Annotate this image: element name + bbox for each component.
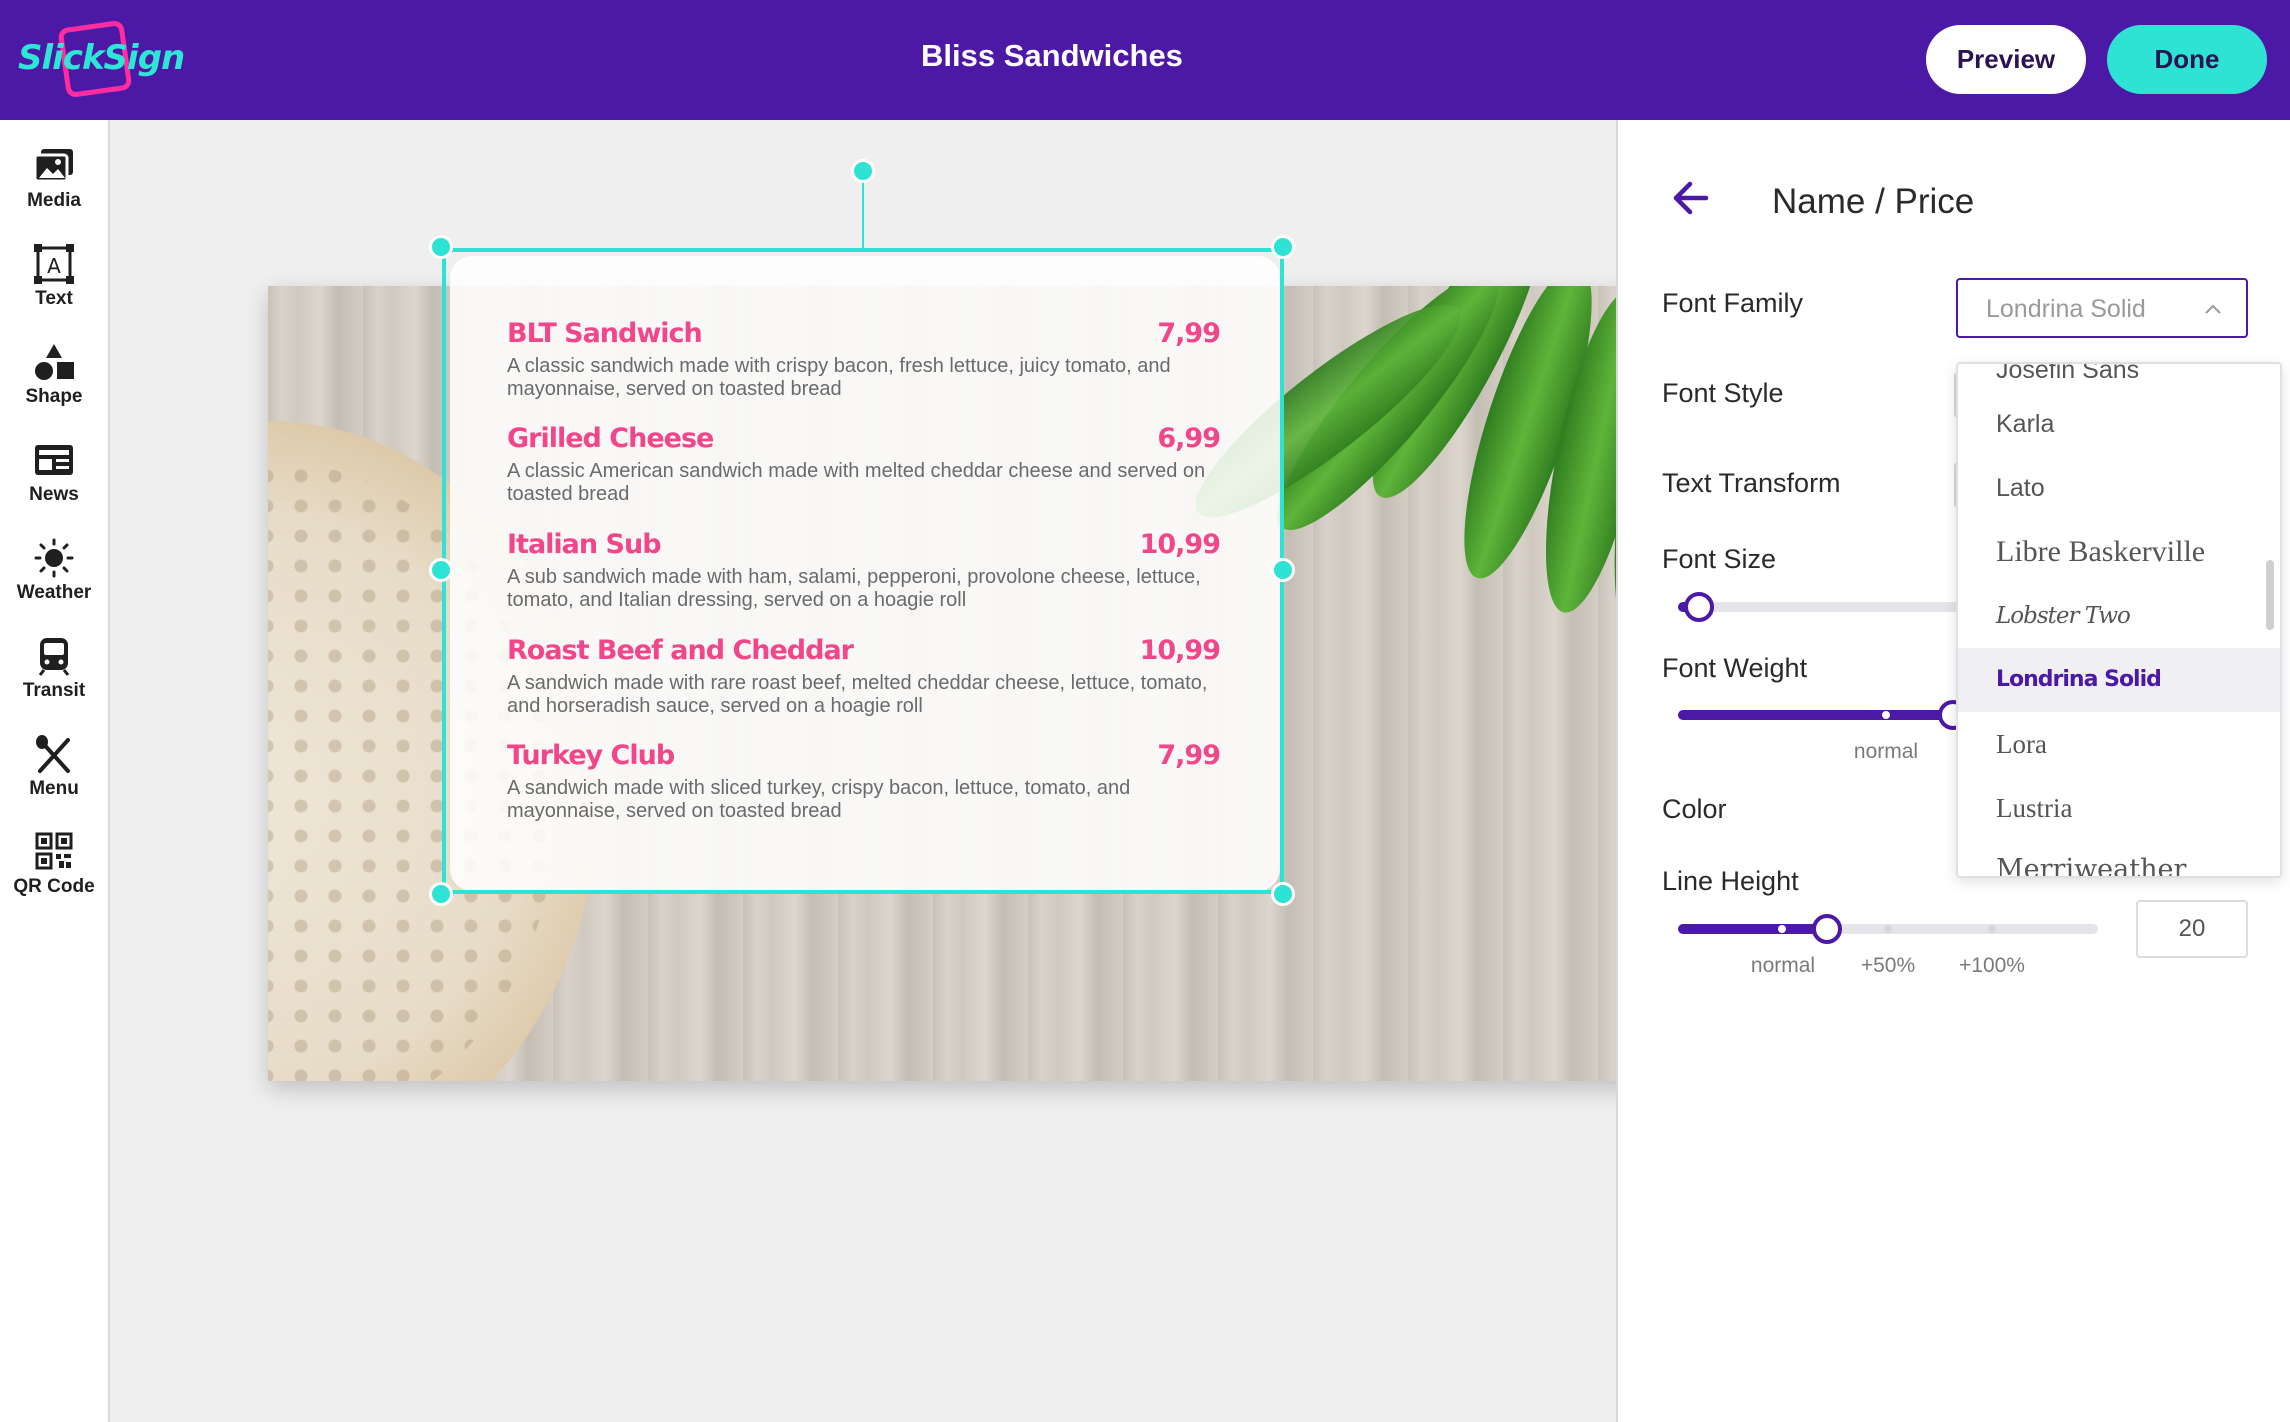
document-title: Bliss Sandwiches bbox=[921, 38, 1183, 73]
font-size-slider-knob[interactable] bbox=[1684, 592, 1714, 622]
back-arrow-icon[interactable] bbox=[1670, 178, 1712, 218]
font-family-select[interactable]: Londrina Solid bbox=[1956, 278, 2248, 338]
sidebar-item-text[interactable]: A Text bbox=[0, 236, 108, 326]
font-option-londrina-solid[interactable]: Londrina Solid bbox=[1958, 648, 2280, 712]
rotation-line bbox=[862, 174, 864, 250]
line-height-tick bbox=[1884, 925, 1892, 933]
font-option-merriweather[interactable]: Merriweather bbox=[1958, 838, 2280, 876]
font-option-karla[interactable]: Karla bbox=[1958, 392, 2280, 456]
line-height-slider-knob[interactable] bbox=[1812, 914, 1842, 944]
font-option-lustria[interactable]: Lustria bbox=[1958, 776, 2280, 840]
font-option-lobster-two[interactable]: Lobster Two bbox=[1958, 584, 2280, 648]
media-icon bbox=[33, 149, 73, 183]
menu-item-description: A classic sandwich made with crispy baco… bbox=[507, 355, 1171, 400]
line-height-tick bbox=[1778, 925, 1786, 933]
sidebar-item-label: Shape bbox=[25, 386, 83, 407]
panel-title: Name / Price bbox=[1772, 182, 1975, 221]
done-button[interactable]: Done bbox=[2107, 25, 2267, 94]
menu-item-name: BLT Sandwich bbox=[507, 318, 703, 349]
font-weight-fill bbox=[1678, 710, 1956, 720]
sidebar-item-label: News bbox=[29, 484, 79, 505]
text-transform-label: Text Transform bbox=[1662, 468, 1841, 498]
sidebar-item-transit[interactable]: Transit bbox=[0, 628, 108, 718]
font-family-label: Font Family bbox=[1662, 288, 1804, 318]
svg-text:A: A bbox=[47, 254, 61, 278]
resize-handle-bottom-left[interactable] bbox=[429, 882, 453, 906]
weather-icon bbox=[34, 538, 74, 578]
resize-handle-top-left[interactable] bbox=[429, 235, 453, 259]
top-bar: SlickSign Bliss Sandwiches Preview Done bbox=[0, 0, 2290, 120]
font-family-value: Londrina Solid bbox=[1986, 295, 2146, 323]
properties-panel: Name / Price Font Family Londrina Solid … bbox=[1616, 120, 2290, 1422]
sidebar-item-label: Weather bbox=[16, 582, 92, 603]
rotate-handle[interactable] bbox=[851, 159, 875, 183]
menu-item-description: A classic American sandwich made with me… bbox=[507, 460, 1206, 505]
menu-icon bbox=[36, 735, 70, 773]
sidebar-item-weather[interactable]: Weather bbox=[0, 530, 108, 620]
line-height-label: Line Height bbox=[1662, 866, 1799, 896]
color-label: Color bbox=[1662, 794, 1727, 824]
menu-item-name: Grilled Cheese bbox=[507, 423, 714, 454]
sidebar-item-qr-code[interactable]: QR Code bbox=[0, 824, 108, 914]
text-icon: A bbox=[34, 244, 74, 284]
font-weight-label: Font Weight bbox=[1662, 653, 1808, 683]
menu-item-description: A sub sandwich made with ham, salami, pe… bbox=[507, 566, 1201, 611]
line-height-scale-label: +50% bbox=[1860, 954, 1916, 977]
sidebar-item-label: Text bbox=[35, 288, 73, 309]
sidebar-item-label: Transit bbox=[22, 680, 86, 701]
sidebar-item-news[interactable]: News bbox=[0, 432, 108, 522]
sidebar-item-label: QR Code bbox=[13, 876, 95, 897]
line-height-fill bbox=[1678, 924, 1826, 934]
resize-handle-right[interactable] bbox=[1271, 558, 1295, 582]
menu-item-name: Roast Beef and Cheddar bbox=[507, 635, 854, 666]
shape-icon bbox=[35, 344, 74, 380]
resize-handle-top-right[interactable] bbox=[1271, 235, 1295, 259]
font-option-libre-baskerville[interactable]: Libre Baskerville bbox=[1958, 520, 2280, 584]
font-size-label: Font Size bbox=[1662, 544, 1777, 574]
sidebar-item-label: Menu bbox=[29, 778, 79, 799]
sidebar-item-shape[interactable]: Shape bbox=[0, 334, 108, 424]
qr-code-icon bbox=[35, 832, 73, 870]
menu-item-price: 7,99 bbox=[1157, 740, 1221, 771]
resize-handle-left[interactable] bbox=[429, 558, 453, 582]
menu-item-price: 6,99 bbox=[1157, 423, 1221, 454]
resize-handle-bottom-right[interactable] bbox=[1271, 882, 1295, 906]
menu-item-name: Turkey Club bbox=[507, 740, 675, 771]
transit-icon bbox=[38, 638, 70, 676]
menu-item-price: 10,99 bbox=[1139, 529, 1221, 560]
font-size-track[interactable] bbox=[1678, 602, 1968, 612]
font-family-dropdown[interactable]: Josefin Sans Karla Lato Libre Baskervill… bbox=[1956, 362, 2282, 878]
line-height-tick bbox=[1988, 925, 1996, 933]
preview-button[interactable]: Preview bbox=[1926, 25, 2086, 94]
font-weight-scale-label: normal bbox=[1853, 740, 1919, 763]
font-style-label: Font Style bbox=[1662, 378, 1784, 408]
dropdown-scrollbar[interactable] bbox=[2266, 560, 2274, 630]
tool-sidebar: Media A Text Shape News Weather Transit … bbox=[0, 120, 110, 1422]
news-icon bbox=[35, 445, 73, 475]
line-height-input[interactable]: 20 bbox=[2136, 900, 2248, 958]
line-height-scale-label: +100% bbox=[1959, 954, 2025, 977]
sidebar-item-media[interactable]: Media bbox=[0, 138, 108, 228]
font-option-lora[interactable]: Lora bbox=[1958, 712, 2280, 776]
menu-item-price: 7,99 bbox=[1157, 318, 1221, 349]
menu-item-name: Italian Sub bbox=[507, 529, 662, 560]
font-weight-tick bbox=[1882, 711, 1890, 719]
menu-item-price: 10,99 bbox=[1139, 635, 1221, 666]
sidebar-item-label: Media bbox=[27, 190, 81, 211]
menu-item-description: A sandwich made with sliced turkey, cris… bbox=[507, 777, 1131, 822]
sidebar-item-menu[interactable]: Menu bbox=[0, 726, 108, 816]
font-option-lato[interactable]: Lato bbox=[1958, 456, 2280, 520]
chevron-up-icon bbox=[2205, 304, 2221, 314]
menu-item-description: A sandwich made with rare roast beef, me… bbox=[507, 672, 1208, 717]
line-height-scale-label: normal bbox=[1750, 954, 1816, 977]
